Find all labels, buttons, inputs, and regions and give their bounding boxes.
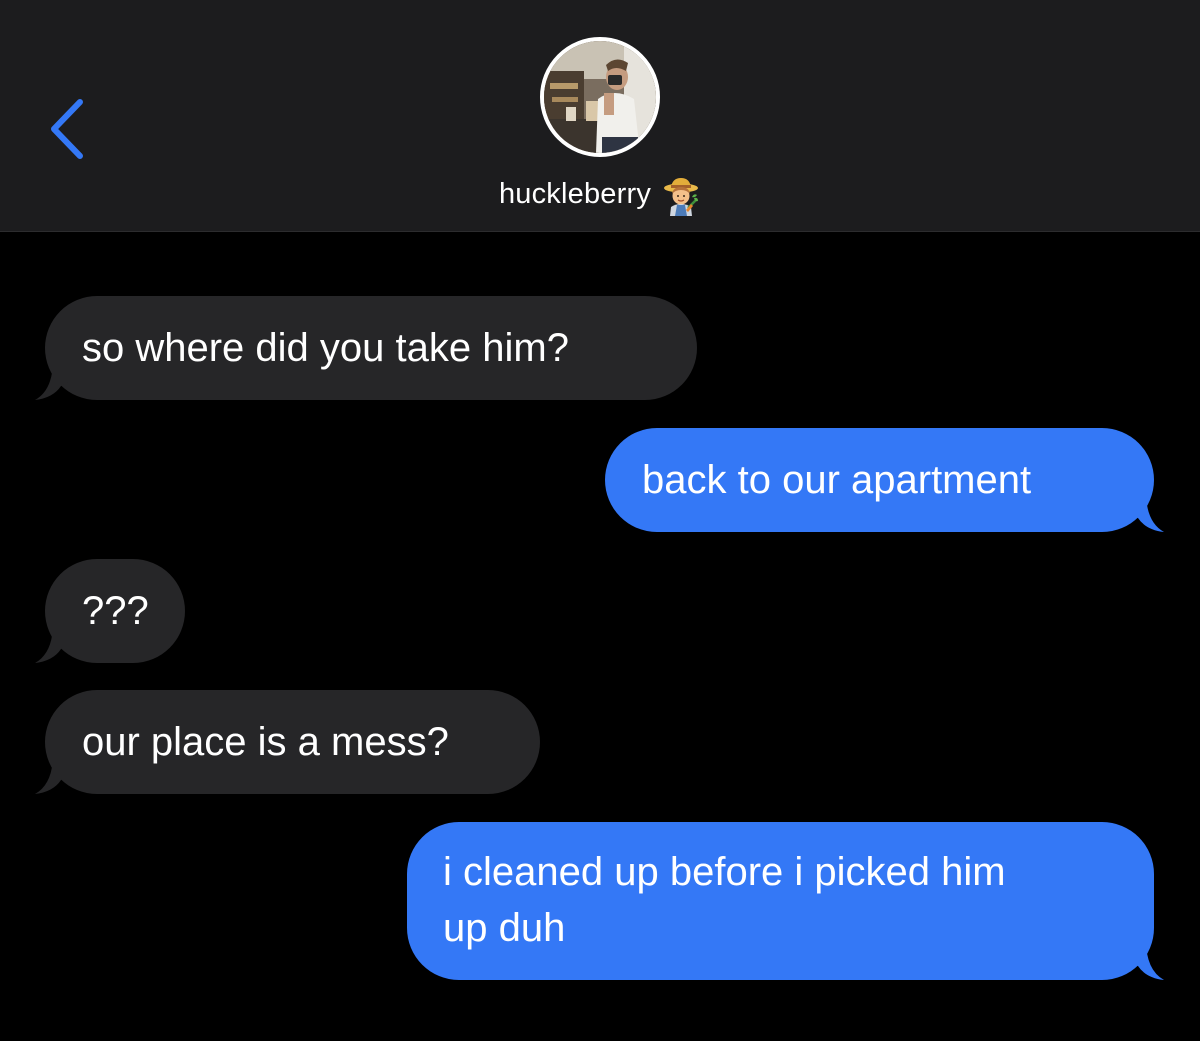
message-bubble-incoming[interactable]: ??? — [35, 559, 185, 663]
bubble-tail — [35, 360, 75, 400]
message-bubble-incoming[interactable]: so where did you take him? — [35, 296, 697, 400]
message-text: so where did you take him? — [82, 326, 569, 370]
bubble-tail — [35, 623, 75, 663]
back-button[interactable] — [40, 92, 100, 164]
message-text-line: i cleaned up before i picked him — [443, 850, 1006, 894]
bubble-tail — [1124, 492, 1164, 532]
contact-name: huckleberry — [498, 177, 652, 210]
bubble-tail — [35, 754, 75, 794]
message-text: ??? — [82, 589, 149, 633]
message-text: back to our apartment — [642, 458, 1032, 502]
chevron-left-icon — [51, 99, 83, 159]
contact-avatar[interactable] — [540, 37, 660, 157]
message-bubble-incoming[interactable]: our place is a mess? — [35, 690, 540, 794]
message-bubble-outgoing[interactable]: i cleaned up before i picked him up duh — [407, 822, 1164, 980]
contact-title[interactable]: huckleberry — [0, 172, 1200, 216]
messages-screen: huckleberry so where did you take him? b… — [0, 0, 1200, 1041]
avatar-photo — [544, 41, 656, 153]
message-bubble-outgoing[interactable]: back to our apartment — [605, 428, 1164, 532]
conversation-header: huckleberry — [0, 0, 1200, 232]
message-text: our place is a mess? — [82, 720, 449, 764]
farmer-emoji-icon — [661, 176, 701, 216]
message-text-line: up duh — [443, 906, 566, 950]
